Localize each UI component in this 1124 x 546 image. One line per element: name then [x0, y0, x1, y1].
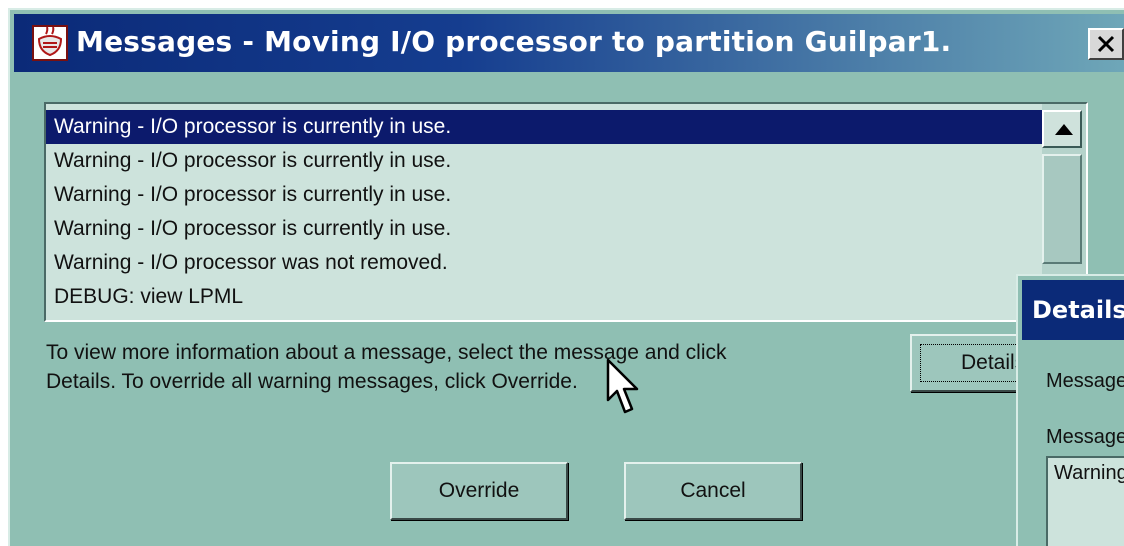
message-item-1[interactable]: Warning - I/O processor is currently in …	[46, 110, 1046, 144]
details-message-label: Message	[1046, 370, 1124, 392]
cancel-button[interactable]: Cancel	[624, 462, 802, 520]
message-items: Warning - I/O processor is currently in …	[46, 110, 1046, 314]
scroll-thumb[interactable]	[1042, 154, 1082, 264]
instructions-text: To view more information about a message…	[46, 338, 906, 396]
scroll-up-button[interactable]	[1042, 110, 1082, 148]
title-bar[interactable]: Messages - Moving I/O processor to parti…	[14, 14, 1124, 72]
message-item-5[interactable]: Warning - I/O processor was not removed.	[46, 246, 1046, 280]
instructions-line-2: Details. To override all warning message…	[46, 370, 578, 393]
message-item-6[interactable]: DEBUG: view LPML	[46, 280, 1046, 314]
close-button[interactable]	[1088, 28, 1124, 60]
details-message-text-label: Message	[1046, 426, 1124, 448]
java-app-icon	[32, 25, 68, 61]
close-icon	[1097, 35, 1115, 53]
scroll-up-arrow-icon	[1055, 124, 1073, 135]
cancel-button-label: Cancel	[680, 479, 746, 502]
messages-dialog: Messages - Moving I/O processor to parti…	[8, 8, 1124, 546]
override-button[interactable]: Override	[390, 462, 568, 520]
messages-list[interactable]: Warning - I/O processor is currently in …	[44, 102, 1088, 322]
message-item-2[interactable]: Warning - I/O processor is currently in …	[46, 144, 1046, 178]
mouse-pointer-icon	[606, 358, 639, 414]
details-message-textarea[interactable]: Warning	[1046, 456, 1124, 546]
details-title-bar[interactable]: Details	[1022, 280, 1124, 340]
message-item-4[interactable]: Warning - I/O processor is currently in …	[46, 212, 1046, 246]
details-dialog: Details Message Message Warning	[1016, 274, 1124, 546]
instructions-line-1: To view more information about a message…	[46, 341, 727, 364]
override-button-label: Override	[438, 479, 520, 502]
window-title: Messages - Moving I/O processor to parti…	[76, 25, 952, 58]
message-item-3[interactable]: Warning - I/O processor is currently in …	[46, 178, 1046, 212]
